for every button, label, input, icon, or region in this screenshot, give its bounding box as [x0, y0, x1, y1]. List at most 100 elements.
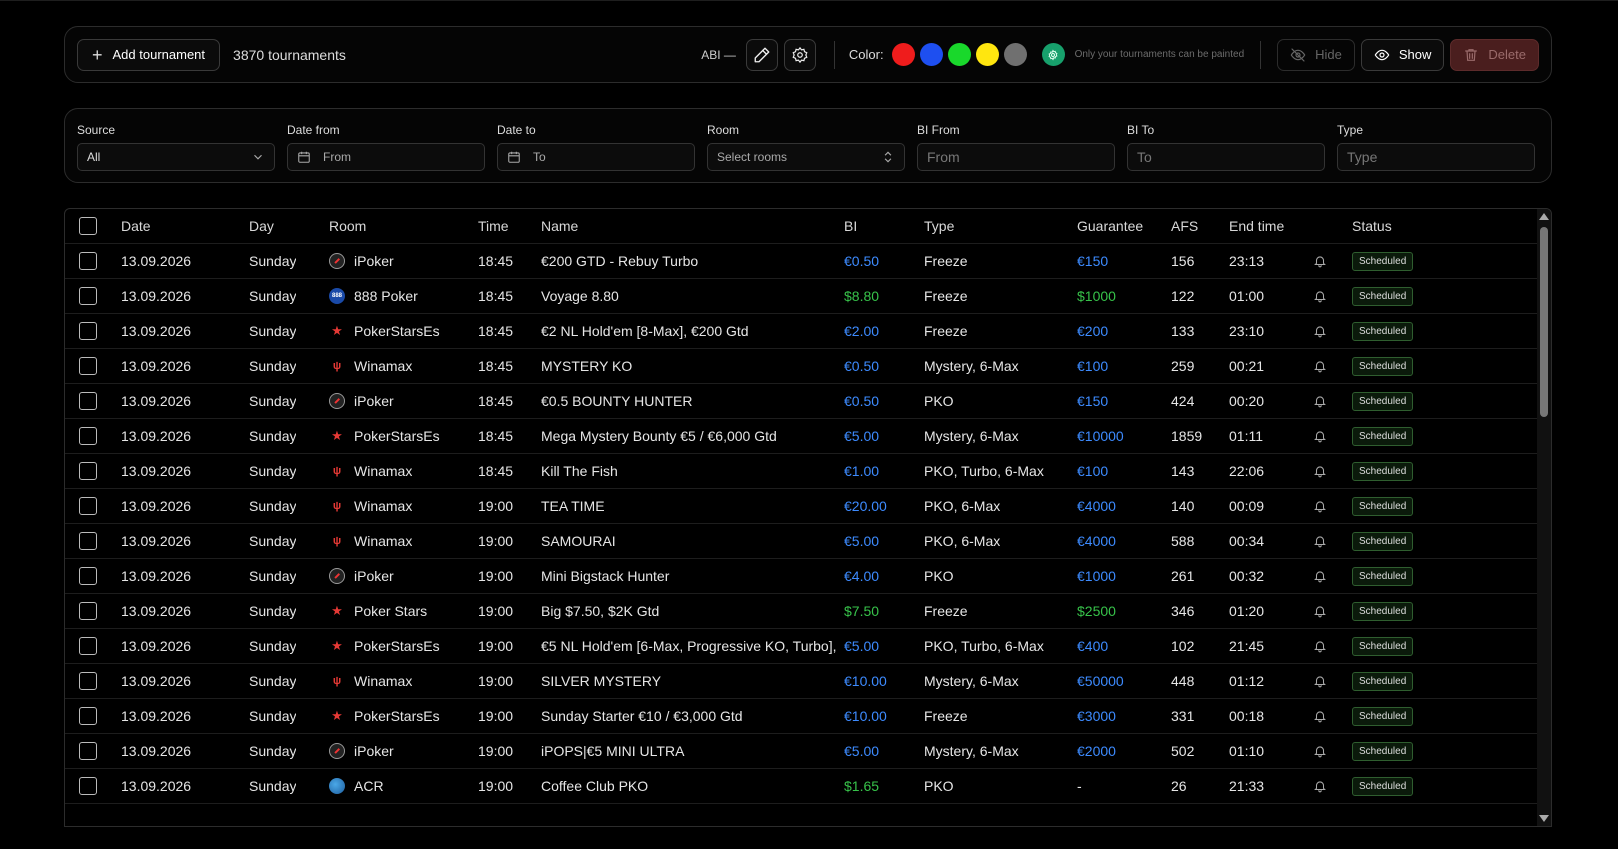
header-end-time[interactable]: End time: [1229, 209, 1284, 243]
bell-icon[interactable]: [1313, 279, 1327, 313]
row-afs: 140: [1171, 498, 1195, 514]
bell-icon[interactable]: [1313, 244, 1327, 278]
color-swatch-gray[interactable]: [1003, 43, 1027, 66]
table-row[interactable]: 13.09.2026 Sunday ★ PokerStarsEs 18:45 €2 NL …: [65, 314, 1539, 349]
edit-button[interactable]: [745, 38, 778, 71]
type-field[interactable]: [1337, 143, 1535, 171]
settings-button[interactable]: [783, 38, 816, 71]
table-row[interactable]: 13.09.2026 Sunday ψ Winamax 19:00 SILVER MYST…: [65, 664, 1539, 699]
bell-icon[interactable]: [1313, 349, 1327, 383]
row-checkbox[interactable]: [79, 322, 97, 340]
color-swatch-green[interactable]: [947, 43, 971, 66]
table-row[interactable]: 13.09.2026 Sunday 888 888 Poker 18:45 Voyage …: [65, 279, 1539, 314]
table-row[interactable]: 13.09.2026 Sunday ψ Winamax 19:00 SAMOURAI €5.…: [65, 524, 1539, 559]
row-date: 13.09.2026: [121, 288, 192, 304]
bell-icon[interactable]: [1313, 524, 1327, 558]
header-date[interactable]: Date: [121, 209, 151, 243]
row-bi: €10.00: [844, 673, 887, 689]
bell-icon[interactable]: [1313, 454, 1327, 488]
row-end-time: 01:11: [1229, 428, 1263, 444]
row-room: Winamax: [354, 463, 413, 479]
row-checkbox[interactable]: [79, 462, 97, 480]
delete-button[interactable]: Delete: [1450, 38, 1539, 71]
room-winamax-icon: ψ: [332, 360, 342, 372]
table-row[interactable]: 13.09.2026 Sunday ★ PokerStarsEs 18:45 Mega M…: [65, 419, 1539, 454]
date-to-picker[interactable]: To: [497, 143, 695, 171]
source-select[interactable]: All: [77, 143, 275, 171]
row-bi: €5.00: [844, 743, 880, 759]
row-checkbox[interactable]: [79, 532, 97, 550]
bell-icon[interactable]: [1313, 699, 1327, 733]
room-select[interactable]: Select rooms: [707, 143, 905, 171]
table-row[interactable]: 13.09.2026 Sunday ψ Winamax 19:00 TEA TIME €20…: [65, 489, 1539, 524]
row-checkbox[interactable]: [79, 357, 97, 375]
row-end-time: 00:34: [1229, 533, 1265, 549]
header-afs[interactable]: AFS: [1171, 209, 1198, 243]
color-swatch-yellow[interactable]: [975, 43, 999, 66]
table-row[interactable]: 13.09.2026 Sunday ψ Winamax 18:45 MYSTERY KO €…: [65, 349, 1539, 384]
row-checkbox[interactable]: [79, 637, 97, 655]
color-settings-swatch[interactable]: [1041, 43, 1065, 66]
row-checkbox[interactable]: [79, 602, 97, 620]
bell-icon[interactable]: [1313, 559, 1327, 593]
show-button[interactable]: Show: [1360, 38, 1445, 71]
header-type[interactable]: Type: [924, 209, 954, 243]
row-checkbox[interactable]: [79, 777, 97, 795]
table-row[interactable]: 13.09.2026 Sunday ACR 19:00 Coffee Club PKO $…: [65, 769, 1539, 804]
bell-icon[interactable]: [1313, 594, 1327, 628]
scroll-up-arrow[interactable]: [1539, 213, 1549, 220]
row-checkbox[interactable]: [79, 287, 97, 305]
table-row[interactable]: 13.09.2026 Sunday ★ PokerStarsEs 19:00 Sunday…: [65, 699, 1539, 734]
row-room: PokerStarsEs: [354, 638, 440, 654]
table-row[interactable]: 13.09.2026 Sunday iPoker 19:00 iPOPS|€5 MINI…: [65, 734, 1539, 769]
bell-icon[interactable]: [1313, 664, 1327, 698]
header-status[interactable]: Status: [1352, 209, 1392, 243]
bell-icon[interactable]: [1313, 314, 1327, 348]
header-room[interactable]: Room: [329, 209, 366, 243]
scrollbar[interactable]: [1537, 209, 1551, 826]
table-row[interactable]: 13.09.2026 Sunday ★ PokerStarsEs 19:00 €5 NL …: [65, 629, 1539, 664]
table-row[interactable]: 13.09.2026 Sunday ψ Winamax 18:45 Kill The Fi…: [65, 454, 1539, 489]
table-row[interactable]: 13.09.2026 Sunday ★ Poker Stars 19:00 Big $7.…: [65, 594, 1539, 629]
row-guarantee: €100: [1077, 358, 1109, 374]
header-day[interactable]: Day: [249, 209, 274, 243]
bell-icon[interactable]: [1313, 489, 1327, 523]
row-checkbox[interactable]: [79, 742, 97, 760]
bi-from-input[interactable]: [927, 149, 1105, 165]
row-checkbox[interactable]: [79, 567, 97, 585]
type-input[interactable]: [1347, 149, 1525, 165]
row-checkbox[interactable]: [79, 252, 97, 270]
color-swatch-red[interactable]: [891, 43, 915, 66]
date-from-picker[interactable]: From: [287, 143, 485, 171]
header-guarantee[interactable]: Guarantee: [1077, 209, 1143, 243]
table-row[interactable]: 13.09.2026 Sunday iPoker 18:45 €200 GTD - Re…: [65, 244, 1539, 279]
bi-to-input[interactable]: [1137, 149, 1315, 165]
bell-icon[interactable]: [1313, 629, 1327, 663]
row-checkbox[interactable]: [79, 392, 97, 410]
row-guarantee: €50000: [1077, 673, 1124, 689]
status-badge: Scheduled: [1352, 566, 1414, 586]
row-checkbox[interactable]: [79, 427, 97, 445]
bell-icon[interactable]: [1313, 384, 1327, 418]
scroll-down-arrow[interactable]: [1539, 815, 1549, 822]
bell-icon[interactable]: [1313, 734, 1327, 768]
header-time[interactable]: Time: [478, 209, 509, 243]
header-name[interactable]: Name: [541, 209, 578, 243]
scrollbar-thumb[interactable]: [1540, 227, 1548, 417]
row-checkbox[interactable]: [79, 497, 97, 515]
row-type: Freeze: [924, 708, 968, 724]
bell-icon[interactable]: [1313, 769, 1327, 803]
bell-icon[interactable]: [1313, 419, 1327, 453]
header-bi[interactable]: BI: [844, 209, 857, 243]
bi-to-field[interactable]: [1127, 143, 1325, 171]
add-tournament-button[interactable]: + Add tournament: [77, 38, 221, 71]
table-row[interactable]: 13.09.2026 Sunday iPoker 18:45 €0.5 BOUNTY H…: [65, 384, 1539, 419]
select-all-checkbox[interactable]: [79, 217, 97, 235]
color-swatch-blue[interactable]: [919, 43, 943, 66]
hide-button[interactable]: Hide: [1277, 38, 1355, 71]
row-room: Winamax: [354, 358, 413, 374]
row-checkbox[interactable]: [79, 672, 97, 690]
row-checkbox[interactable]: [79, 707, 97, 725]
bi-from-field[interactable]: [917, 143, 1115, 171]
table-row[interactable]: 13.09.2026 Sunday iPoker 19:00 Mini Bigstack…: [65, 559, 1539, 594]
